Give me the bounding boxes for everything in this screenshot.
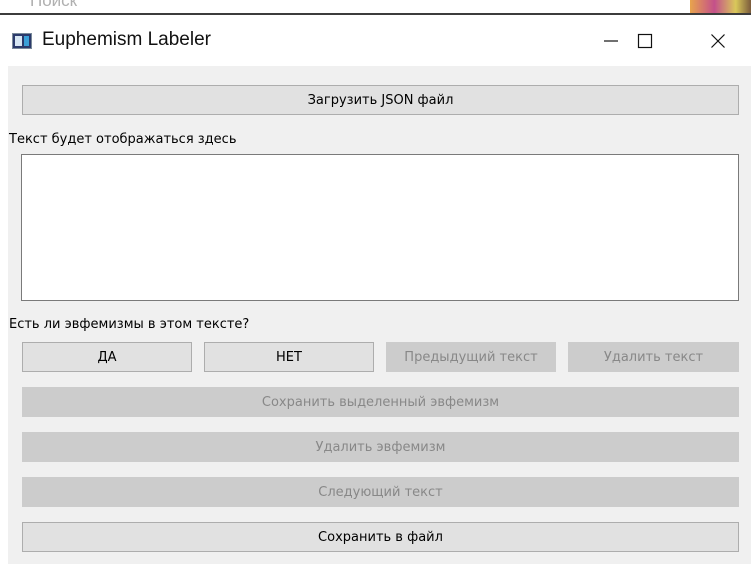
client-area: Загрузить JSON файл Текст будет отобража… bbox=[8, 66, 751, 564]
text-caption-label: Текст будет отображаться здесь bbox=[9, 132, 237, 147]
title-bar[interactable]: Euphemism Labeler bbox=[0, 16, 751, 66]
close-button[interactable] bbox=[692, 16, 744, 66]
background-window-strip: Поиск bbox=[0, 0, 751, 16]
previous-text-button[interactable]: Предыдущий текст bbox=[386, 342, 556, 372]
delete-text-button[interactable]: Удалить текст bbox=[568, 342, 739, 372]
app-window-icon bbox=[12, 33, 32, 49]
background-thumbnail bbox=[690, 0, 751, 14]
close-icon bbox=[711, 34, 725, 48]
delete-euphemism-button[interactable]: Удалить эвфемизм bbox=[22, 432, 739, 462]
save-to-file-button[interactable]: Сохранить в файл bbox=[22, 522, 739, 552]
text-display-area[interactable] bbox=[21, 154, 739, 301]
load-json-button[interactable]: Загрузить JSON файл bbox=[22, 85, 739, 115]
maximize-icon bbox=[637, 33, 653, 49]
question-label: Есть ли эвфемизмы в этом тексте? bbox=[9, 317, 250, 332]
yes-button[interactable]: ДА bbox=[22, 342, 192, 372]
window-title: Euphemism Labeler bbox=[42, 29, 211, 50]
save-selected-euphemism-button[interactable]: Сохранить выделенный эвфемизм bbox=[22, 387, 739, 417]
app-window: Euphemism Labeler Загрузить JSON файл Те… bbox=[0, 16, 751, 564]
background-divider bbox=[0, 13, 751, 15]
minimize-icon bbox=[604, 40, 618, 42]
no-button[interactable]: НЕТ bbox=[204, 342, 374, 372]
background-search-text: Поиск bbox=[30, 0, 78, 10]
next-text-button[interactable]: Следующий текст bbox=[22, 477, 739, 507]
maximize-button[interactable] bbox=[619, 16, 671, 66]
